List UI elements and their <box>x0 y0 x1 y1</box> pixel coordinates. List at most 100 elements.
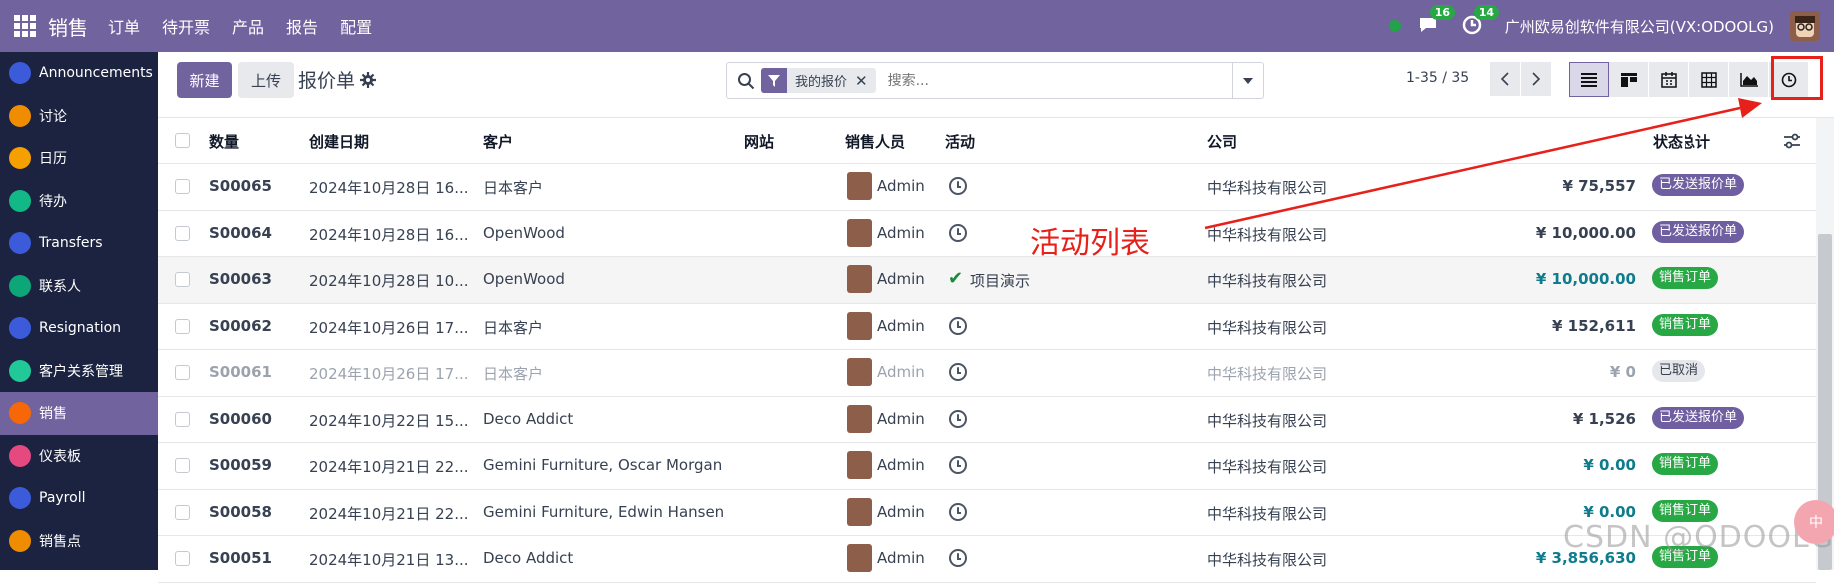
row-checkbox[interactable] <box>175 225 190 241</box>
order-number: S00063 <box>209 270 272 288</box>
customer-name: OpenWood <box>483 223 565 242</box>
clock-icon[interactable] <box>949 316 967 335</box>
table-row[interactable]: S00064 2024年10月28日 16... OpenWood Admin 中华科技… <box>158 211 1816 257</box>
col-create-date[interactable]: 创建日期 <box>309 131 369 152</box>
app-icon <box>9 359 31 382</box>
salesperson-avatar <box>847 497 872 526</box>
sidebar-item-7[interactable]: 客户关系管理 <box>0 350 158 393</box>
salesperson-avatar <box>847 311 872 340</box>
floating-assistant-button[interactable]: 中 <box>1794 500 1834 544</box>
pager-previous-button[interactable] <box>1490 62 1520 96</box>
menu-reporting[interactable]: 报告 <box>286 14 318 38</box>
search-input[interactable] <box>887 72 1168 89</box>
table-row[interactable]: S00060 2024年10月22日 15... Deco Addict Admin 中… <box>158 397 1816 443</box>
sidebar-item-6[interactable]: Resignation <box>0 307 158 350</box>
sidebar-item-0[interactable]: Announcements <box>0 52 158 95</box>
create-date: 2024年10月26日 17... <box>309 318 469 337</box>
row-checkbox[interactable] <box>175 551 190 566</box>
app-icon <box>9 189 31 212</box>
app-icon <box>9 274 31 297</box>
order-number: S00051 <box>209 549 272 567</box>
company-name: 中华科技有限公司 <box>1207 458 1328 476</box>
col-website[interactable]: 网站 <box>744 131 774 152</box>
search-options-toggle[interactable] <box>1232 63 1263 98</box>
table-row[interactable]: S00063 2024年10月28日 10... OpenWood Admin ✔ 项目演… <box>158 257 1816 304</box>
avatar-face-icon <box>1795 16 1815 37</box>
top-navbar: 销售 订单 待开票 产品 报告 配置 16 14 广州欧易创软件有限公司(VX:… <box>0 0 1834 52</box>
app-title[interactable]: 销售 <box>48 12 88 41</box>
menu-orders[interactable]: 订单 <box>108 14 140 38</box>
pager-next-button[interactable] <box>1521 62 1551 96</box>
order-number: S00060 <box>209 409 272 428</box>
clock-icon[interactable] <box>949 456 967 474</box>
clock-icon[interactable] <box>949 363 967 381</box>
salesperson-name: Admin <box>877 316 925 335</box>
sidebar-item-9[interactable]: 仪表板 <box>0 435 158 478</box>
customer-name: Deco Addict <box>483 409 574 428</box>
table-row[interactable]: S00061 2024年10月26日 17... 日本客户 Admin 中华科技有限公司… <box>158 350 1816 397</box>
online-status-icon <box>1388 20 1401 32</box>
col-number[interactable]: 数量 <box>209 131 239 152</box>
user-avatar[interactable] <box>1790 11 1820 41</box>
col-customer[interactable]: 客户 <box>483 131 513 152</box>
new-button[interactable]: 新建 <box>177 62 232 98</box>
clock-icon[interactable] <box>949 502 967 521</box>
table-row[interactable]: S00062 2024年10月26日 17... 日本客户 Admin 中华科技有限公司… <box>158 304 1816 350</box>
sidebar-item-label: 客户关系管理 <box>39 363 123 380</box>
pivot-view-button[interactable] <box>1689 62 1729 97</box>
gear-icon[interactable] <box>360 71 377 88</box>
row-checkbox[interactable] <box>175 411 190 427</box>
search-bar: 我的报价 ✕ <box>726 62 1264 99</box>
sidebar-item-10[interactable]: Payroll <box>0 477 158 520</box>
company-switcher[interactable]: 广州欧易创软件有限公司(VX:ODOOLG) <box>1505 16 1774 37</box>
company-name: 中华科技有限公司 <box>1207 225 1328 244</box>
salesperson-avatar <box>847 265 872 293</box>
row-checkbox[interactable] <box>175 179 190 194</box>
clock-icon[interactable] <box>949 549 967 567</box>
sidebar-item-11[interactable]: 销售点 <box>0 520 158 563</box>
menu-to-invoice[interactable]: 待开票 <box>162 14 210 38</box>
col-company[interactable]: 公司 <box>1207 131 1237 152</box>
clock-icon[interactable] <box>949 223 967 242</box>
col-activity[interactable]: 活动 <box>945 131 975 152</box>
check-icon[interactable]: ✔ <box>948 268 963 289</box>
table-row[interactable]: S00065 2024年10月28日 16... 日本客户 Admin 中华科技有限公司… <box>158 164 1816 211</box>
row-checkbox[interactable] <box>175 504 190 520</box>
sidebar-item-5[interactable]: 联系人 <box>0 265 158 308</box>
clock-icon[interactable] <box>949 177 967 195</box>
row-checkbox[interactable] <box>175 318 190 334</box>
chat-button[interactable]: 16 <box>1417 5 1456 38</box>
app-menu-icon[interactable] <box>14 15 36 37</box>
graph-view-button[interactable] <box>1729 62 1769 97</box>
list-view-button[interactable] <box>1569 62 1609 97</box>
row-checkbox[interactable] <box>175 272 190 287</box>
create-date: 2024年10月26日 17... <box>309 365 469 383</box>
sidebar-item-4[interactable]: Transfers <box>0 222 158 265</box>
col-salesperson[interactable]: 销售人员 <box>845 131 905 152</box>
facet-remove-icon[interactable]: ✕ <box>855 72 876 90</box>
clock-icon[interactable] <box>949 409 967 428</box>
sidebar-item-label: Resignation <box>39 320 122 337</box>
row-checkbox[interactable] <box>175 365 190 380</box>
sidebar-item-label: 联系人 <box>39 278 81 295</box>
upload-button[interactable]: 上传 <box>238 62 294 98</box>
activity-button[interactable]: 14 <box>1461 5 1500 38</box>
app-icon <box>9 147 31 170</box>
kanban-view-button[interactable] <box>1609 62 1649 97</box>
menu-configuration[interactable]: 配置 <box>340 14 372 38</box>
optional-columns-icon[interactable] <box>1783 132 1801 150</box>
sidebar-item-2[interactable]: 日历 <box>0 137 158 180</box>
sidebar-item-8[interactable]: 销售 <box>0 392 158 435</box>
table-row[interactable]: S00059 2024年10月21日 22... Gemini Furniture,… <box>158 443 1816 490</box>
pager-value[interactable]: 1-35 / 35 <box>1406 70 1469 86</box>
activity-summary[interactable]: 项目演示 <box>970 270 1030 291</box>
row-checkbox[interactable] <box>175 458 190 473</box>
menu-products[interactable]: 产品 <box>232 14 264 38</box>
col-status[interactable]: 状态 <box>1651 131 1686 152</box>
sidebar-item-3[interactable]: 待办 <box>0 180 158 223</box>
select-all-checkbox[interactable] <box>175 133 190 148</box>
total-amount: ¥ 0 <box>1609 363 1636 381</box>
create-date: 2024年10月22日 15... <box>309 411 469 430</box>
calendar-view-button[interactable] <box>1649 62 1689 97</box>
sidebar-item-1[interactable]: 讨论 <box>0 95 158 138</box>
